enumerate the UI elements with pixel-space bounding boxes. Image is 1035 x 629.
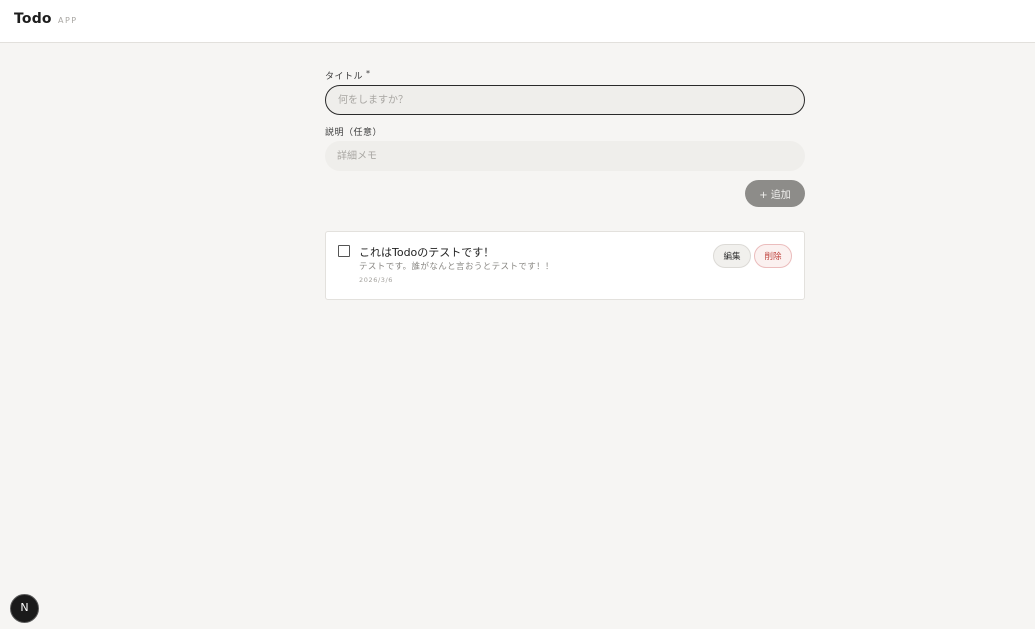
description-input[interactable]	[325, 141, 805, 171]
app-title: Todo	[14, 11, 52, 27]
title-label: タイトル	[325, 72, 364, 82]
todo-title: これはTodoのテストです！	[359, 246, 495, 259]
edit-button[interactable]: 編集	[713, 244, 751, 268]
todo-item: これはTodoのテストです！ テストです。誰がなんと言おうとテストです！！ 20…	[325, 231, 805, 300]
add-button[interactable]: + 追加	[745, 180, 805, 207]
required-mark: *	[366, 69, 370, 78]
todo-checkbox[interactable]	[338, 245, 350, 257]
dev-badge-label: N	[20, 601, 29, 614]
app-subtitle: APP	[58, 16, 78, 25]
description-label: 説明（任意）	[325, 128, 383, 138]
nextjs-icon[interactable]: N	[10, 594, 39, 623]
delete-button[interactable]: 削除	[754, 244, 792, 268]
title-input[interactable]	[325, 85, 805, 115]
app-header: Todo APP	[0, 0, 1035, 43]
todo-date: 2026/3/6	[359, 276, 393, 284]
todo-description: テストです。誰がなんと言おうとテストです！！	[359, 262, 554, 272]
